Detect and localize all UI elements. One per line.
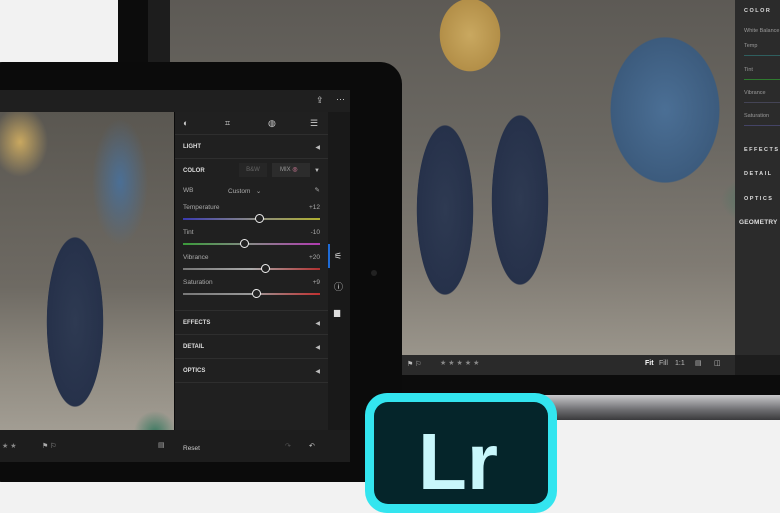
color-collapse-icon[interactable]: ▼ — [314, 168, 320, 174]
slider-handle[interactable] — [260, 264, 270, 273]
slider-track[interactable] — [183, 243, 320, 245]
slider-value: +20 — [308, 254, 320, 261]
laptop-bottom-toolbar: ⚑ ⚐ ★★★★★ Fit Fill 1:1 ▤ ◫ — [400, 355, 735, 375]
saturation-slider[interactable] — [744, 125, 780, 126]
tablet-photo — [0, 112, 174, 430]
color-wheel-icon: ◎ — [292, 167, 298, 173]
saturation-label: Saturation — [744, 113, 770, 119]
geometry-section[interactable]: GEOMETRY — [739, 219, 778, 226]
slider-label: Tint — [183, 229, 194, 236]
slider-value: +9 — [312, 279, 320, 286]
light-section[interactable]: LIGHT — [183, 144, 201, 150]
undo-icon[interactable]: ↶ — [309, 442, 315, 450]
redo-icon[interactable]: ↷ — [285, 442, 291, 450]
logo-text: Lr — [374, 402, 548, 504]
mix-label: MIX — [280, 167, 291, 173]
edit-sliders-icon[interactable]: ⚟ — [334, 251, 342, 262]
share-icon[interactable]: ⇪ — [316, 95, 324, 106]
wb-label: WB — [183, 187, 194, 194]
slider-track[interactable] — [183, 218, 320, 220]
fill-button[interactable]: Fill — [659, 360, 668, 367]
crop-icon[interactable]: ⌗ — [225, 118, 230, 129]
vibrance-slider[interactable] — [744, 102, 780, 103]
lightroom-logo: Lr — [365, 393, 557, 513]
more-icon[interactable]: ⋯ — [336, 94, 345, 105]
slider-label: Temperature — [183, 204, 220, 211]
tablet-edit-panel: ◐ ⌗ ◍ ☰ LIGHT ◀ COLOR B&W MIX ◎ ▼ WB Cust… — [175, 112, 328, 430]
active-indicator — [328, 244, 330, 268]
optics-section[interactable]: OPTICS — [183, 368, 205, 374]
slider-label: Saturation — [183, 279, 213, 286]
healing-icon[interactable]: ◍ — [268, 118, 276, 129]
compare-icon[interactable]: ◫ — [714, 359, 721, 367]
star-rating[interactable]: ★ ★ — [2, 442, 17, 450]
bw-button[interactable]: B&W — [239, 163, 267, 177]
star-rating[interactable]: ★★★★★ — [440, 359, 481, 367]
tablet-top-bar: ⇪ ⋯ — [0, 90, 350, 112]
filmstrip-icon[interactable]: ▤ — [695, 359, 702, 367]
effects-section[interactable]: EFFECTS — [744, 147, 780, 153]
eyedropper-icon[interactable]: ✎ — [315, 186, 320, 194]
slider-track[interactable] — [183, 268, 320, 270]
presets-icon[interactable]: ☰ — [310, 118, 318, 129]
slider-value: +12 — [308, 204, 320, 211]
slider-value: -10 — [310, 229, 320, 236]
tablet-bottom-bar: ★ ★ ⚑ ⚐ ▤ Reset ↷ ↶ — [0, 430, 350, 462]
filmstrip-icon[interactable]: ▤ — [158, 441, 165, 449]
comment-icon[interactable]: ▆ — [334, 308, 340, 317]
mix-button[interactable]: MIX ◎ — [272, 163, 310, 177]
wb-value: Custom — [228, 188, 251, 195]
effects-section[interactable]: EFFECTS — [183, 320, 210, 326]
slider-handle[interactable] — [252, 289, 262, 298]
color-section[interactable]: COLOR — [183, 168, 205, 174]
optics-section[interactable]: OPTICS — [744, 196, 773, 202]
color-section[interactable]: COLOR — [744, 8, 771, 14]
laptop-edit-panel: COLOR White Balance Temp Tint Vibrance S… — [735, 0, 780, 355]
one-to-one-button[interactable]: 1:1 — [675, 360, 685, 367]
wb-dropdown[interactable]: Custom ⌄ — [228, 187, 261, 195]
flag-icons[interactable]: ⚑ ⚐ — [407, 360, 422, 368]
tablet-camera — [371, 270, 377, 276]
slider-label: Vibrance — [183, 254, 209, 261]
fit-button[interactable]: Fit — [645, 360, 654, 367]
tint-label: Tint — [744, 67, 753, 73]
temp-slider[interactable] — [744, 55, 780, 56]
detail-section[interactable]: DETAIL — [744, 171, 772, 177]
slider-handle[interactable] — [240, 239, 250, 248]
reset-button[interactable]: Reset — [183, 445, 200, 452]
detail-section[interactable]: DETAIL — [183, 344, 204, 350]
temp-label: Temp — [744, 43, 758, 49]
flag-icons[interactable]: ⚑ ⚐ — [42, 442, 57, 450]
tablet-side-toolbar: ⚟ ⓘ ▆ — [328, 112, 350, 462]
slider-handle[interactable] — [255, 214, 265, 223]
auto-icon[interactable]: ◐ — [183, 118, 188, 128]
vibrance-label: Vibrance — [744, 90, 766, 96]
white-balance-label[interactable]: White Balance — [744, 28, 779, 34]
tint-slider[interactable] — [744, 79, 780, 80]
info-icon[interactable]: ⓘ — [334, 280, 343, 293]
